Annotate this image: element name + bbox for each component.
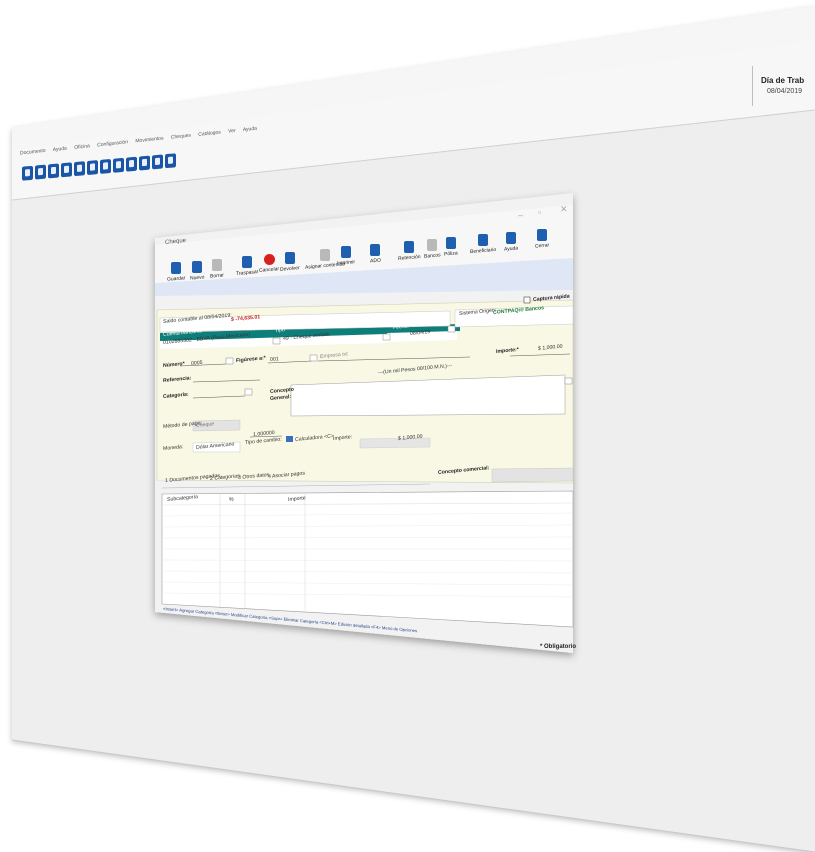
empresa-field[interactable]: Empresa txt xyxy=(320,351,348,360)
fecha-field[interactable]: 08/04/19 xyxy=(410,329,430,337)
close-icon[interactable]: ✕ xyxy=(560,204,568,215)
saldo-value: $ -74,635.01 xyxy=(231,314,261,323)
grid-header-subcategoria[interactable]: Subcategoría xyxy=(167,494,198,503)
ado-icon xyxy=(370,244,381,256)
ado-button[interactable]: ADO xyxy=(370,244,381,264)
beneficiary-icon xyxy=(478,234,489,246)
concepto-comercial-label: Concepto comercial: xyxy=(438,465,490,476)
footer-hints: <Insert> Agregar Categoría <Enter> Modif… xyxy=(163,606,418,634)
sistema-origen-value: CONTPAQi® Bancos xyxy=(493,305,544,316)
numero-field[interactable]: 0005 xyxy=(191,360,203,367)
tipo-label: Tipo* xyxy=(275,326,287,334)
print-icon xyxy=(341,246,352,258)
calculadora-button[interactable]: Calculadora <C> xyxy=(295,433,334,443)
save-icon xyxy=(171,262,182,274)
help-icon xyxy=(506,232,517,244)
devolver-button[interactable]: Devolver xyxy=(280,252,300,273)
retention-icon xyxy=(404,241,415,253)
bancos-button[interactable]: Bancos xyxy=(424,239,441,260)
transfer-icon xyxy=(242,256,253,268)
importe-label: Importe:* xyxy=(496,346,519,355)
maximize-icon[interactable]: ▫ xyxy=(538,207,541,217)
saldo-label: Saldo contable al 08/04/2019: xyxy=(163,312,232,325)
cancelar-button[interactable]: Cancelar xyxy=(259,254,279,274)
cerrar-button[interactable]: Cerrar xyxy=(535,229,549,250)
importe2-label: Importe: xyxy=(333,434,353,442)
cheque-dialog: Cheque – ▫ ✕ Guardar Nuevo Borrar Traspa… xyxy=(0,0,815,852)
moneda-select[interactable]: Dólar Americano xyxy=(196,441,234,451)
imprimir-button[interactable]: Imprimir xyxy=(337,246,355,267)
importe2-field: $ 1,000.00 xyxy=(398,433,423,442)
grid-header-importe[interactable]: Importe xyxy=(288,495,306,503)
tipo-cambio-label: Tipo de cambio: xyxy=(245,436,282,446)
numero-label: Número* xyxy=(163,360,185,369)
delete-icon xyxy=(211,259,222,271)
metodo-pago-select[interactable]: Cheque xyxy=(196,421,214,429)
general-label: General: xyxy=(270,394,292,402)
retencion-button[interactable]: Retención xyxy=(398,241,421,262)
guardar-button[interactable]: Guardar xyxy=(167,262,185,283)
referencia-label: Referencia: xyxy=(163,375,192,384)
nuevo-button[interactable]: Nuevo xyxy=(190,261,204,282)
bank-icon xyxy=(427,239,438,251)
tab-otros-datos[interactable]: 3 Otros datos xyxy=(238,472,269,481)
figurese-label: Figúrese a:* xyxy=(236,355,266,364)
importe-field[interactable]: $ 1,000.00 xyxy=(538,344,563,352)
moneda-label: Moneda: xyxy=(163,444,184,452)
return-icon xyxy=(284,252,295,264)
poliza-button[interactable]: Póliza xyxy=(444,237,458,258)
tipo-field[interactable]: 49 - Cheque emitido xyxy=(283,332,330,342)
categoria-label: Categoría: xyxy=(163,391,189,400)
cancel-icon xyxy=(263,254,275,265)
obligatorio-note: * Obligatorio xyxy=(540,644,576,650)
sistema-origen-label: Sistema Origen: xyxy=(459,307,497,317)
exit-icon xyxy=(537,229,548,241)
fecha-label: Fecha:* xyxy=(393,323,411,331)
beneficiario-button[interactable]: Beneficiario xyxy=(470,234,496,255)
minimize-icon[interactable]: – xyxy=(518,210,523,220)
tab-asociar-pagos[interactable]: 4 Asociar pagos xyxy=(268,471,305,480)
assign-icon xyxy=(320,249,331,261)
borrar-button[interactable]: Borrar xyxy=(210,259,224,280)
captura-rapida-label[interactable]: Captura rápida xyxy=(533,294,570,303)
new-icon xyxy=(192,261,203,273)
tab-categorias[interactable]: 2 Categorías xyxy=(210,473,240,482)
importe-letra: ---(Un mil Pesos 00/100 M.N.)--- xyxy=(378,362,453,376)
ayuda-button[interactable]: Ayuda xyxy=(504,232,518,253)
figurese-field[interactable]: 001 xyxy=(270,356,279,363)
dialog-title: Cheque xyxy=(165,237,187,246)
traspasar-button[interactable]: Traspasar xyxy=(236,256,258,277)
policy-icon xyxy=(445,237,456,249)
grid-header-percent[interactable]: % xyxy=(229,497,234,503)
